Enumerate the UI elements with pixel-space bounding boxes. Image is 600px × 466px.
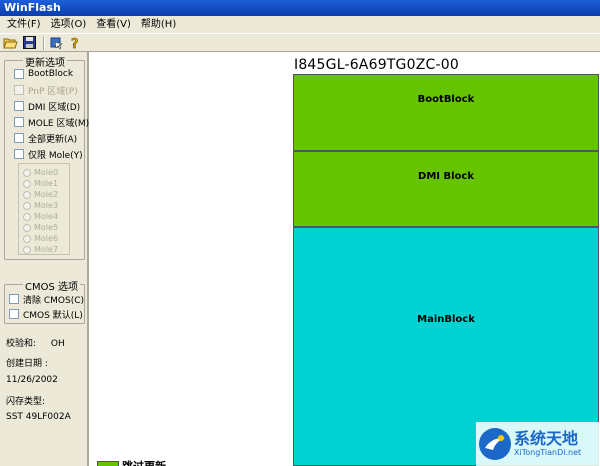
cmos-options-group: CMOS 选项 清除 CMOS(C) CMOS 默认(L) <box>4 278 85 324</box>
radio-label: Mole1 <box>34 179 59 188</box>
checkbox-label: CMOS 默认(L) <box>23 310 83 321</box>
bootblock-segment[interactable]: BootBlock <box>293 74 599 151</box>
checkbox-box[interactable] <box>14 69 24 79</box>
open-folder-icon[interactable] <box>2 35 18 51</box>
watermark-title: 系统天地 <box>514 429 579 448</box>
watermark-logo-icon <box>479 428 511 460</box>
chip-title: I845GL-6A69TG0ZC-00 <box>294 57 459 73</box>
radio-circle <box>23 234 31 243</box>
radio-circle <box>23 201 31 210</box>
checkbox-label: 仅限 Mole(Y) <box>28 150 83 161</box>
help-icon[interactable]: ? <box>67 35 83 51</box>
toolbar: ? <box>0 34 600 52</box>
window-title: WinFlash <box>0 0 600 16</box>
radio-label: Mole4 <box>34 212 59 221</box>
mole7-radio: Mole7 <box>23 244 58 255</box>
radio-label: Mole6 <box>34 234 59 243</box>
watermark-url: XiTongTianDi.net <box>514 448 582 457</box>
flash-map-area: I845GL-6A69TG0ZC-00 BootBlock DMI Block … <box>91 52 600 466</box>
legend: 跳过更新 <box>97 458 166 466</box>
checksum-value: OH <box>50 339 65 349</box>
menu-file[interactable]: 文件(F) <box>2 16 46 34</box>
checkbox-box <box>14 85 24 95</box>
block-label: DMI Block <box>418 171 474 182</box>
menu-options[interactable]: 选项(O) <box>46 16 92 34</box>
radio-circle <box>23 212 31 221</box>
flash-chip-icon[interactable] <box>48 35 64 51</box>
checkbox-box[interactable] <box>14 117 24 127</box>
checkbox-label: 清除 CMOS(C) <box>23 295 85 306</box>
radio-label: Mole3 <box>34 201 59 210</box>
checkbox-label: DMI 区域(D) <box>28 102 81 113</box>
svg-text:?: ? <box>71 37 79 50</box>
clear-cmos-checkbox[interactable]: 清除 CMOS(C) <box>9 292 84 306</box>
checkbox-box[interactable] <box>9 294 19 304</box>
mole-only-checkbox[interactable]: 仅限 Mole(Y) <box>14 147 83 161</box>
checksum-label: 校验和: <box>6 339 37 349</box>
legend-label: 跳过更新 <box>122 458 166 466</box>
radio-label: Mole0 <box>34 168 59 177</box>
mole1-radio: Mole1 <box>23 178 58 189</box>
mole6-radio: Mole6 <box>23 233 58 244</box>
mole-area-checkbox[interactable]: MOLE 区域(M) <box>14 115 89 129</box>
block-label: MainBlock <box>417 314 475 325</box>
checkbox-label: MOLE 区域(M) <box>28 118 90 129</box>
checkbox-label: PnP 区域(P) <box>28 86 78 97</box>
checksum-row: 校验和: OH <box>6 336 65 349</box>
radio-circle <box>23 168 31 177</box>
checkbox-box[interactable] <box>9 309 19 319</box>
flash-type-label: 闪存类型: <box>6 397 46 407</box>
legend-swatch <box>97 461 119 466</box>
update-all-checkbox[interactable]: 全部更新(A) <box>14 131 77 145</box>
mole4-radio: Mole4 <box>23 211 58 222</box>
mole0-radio: Mole0 <box>23 167 58 178</box>
mole2-radio: Mole2 <box>23 189 58 200</box>
checkbox-box[interactable] <box>14 101 24 111</box>
radio-label: Mole5 <box>34 223 59 232</box>
checkbox-box[interactable] <box>14 149 24 159</box>
dmi-block-segment[interactable]: DMI Block <box>293 151 599 227</box>
radio-label: Mole7 <box>34 245 59 254</box>
radio-circle <box>23 190 31 199</box>
toolbar-separator <box>43 35 45 50</box>
checkbox-box[interactable] <box>14 133 24 143</box>
radio-circle <box>23 179 31 188</box>
watermark: 系统天地 XiTongTianDi.net <box>476 422 600 466</box>
cmos-default-checkbox[interactable]: CMOS 默认(L) <box>9 307 83 321</box>
build-date-value: 11/26/2002 <box>6 375 58 385</box>
flash-type-value: SST 49LF002A <box>6 412 71 422</box>
mole3-radio: Mole3 <box>23 200 58 211</box>
block-label: BootBlock <box>417 94 475 105</box>
save-disk-icon[interactable] <box>21 35 37 51</box>
build-date-label: 创建日期 : <box>6 359 48 369</box>
menu-view[interactable]: 查看(V) <box>91 16 136 34</box>
options-panel: 更新选项 BootBlock PnP 区域(P) DMI 区域(D) MOLE … <box>0 52 89 466</box>
cmos-options-title: CMOS 选项 <box>23 278 81 293</box>
checkbox-label: 全部更新(A) <box>28 134 78 145</box>
radio-label: Mole2 <box>34 190 59 199</box>
dmi-area-checkbox[interactable]: DMI 区域(D) <box>14 99 80 113</box>
radio-circle <box>23 245 31 254</box>
pnp-area-checkbox: PnP 区域(P) <box>14 83 78 97</box>
bootblock-checkbox[interactable]: BootBlock <box>14 67 73 81</box>
checkbox-label: BootBlock <box>28 69 74 79</box>
mole5-radio: Mole5 <box>23 222 58 233</box>
menu-help[interactable]: 帮助(H) <box>136 16 181 34</box>
menu-bar: 文件(F) 选项(O) 查看(V) 帮助(H) <box>0 16 600 34</box>
radio-circle <box>23 223 31 232</box>
mole-radio-group: Mole0 Mole1 Mole2 Mole3 Mole4 Mole5 Mole… <box>18 163 70 255</box>
update-options-group: 更新选项 BootBlock PnP 区域(P) DMI 区域(D) MOLE … <box>4 54 89 260</box>
